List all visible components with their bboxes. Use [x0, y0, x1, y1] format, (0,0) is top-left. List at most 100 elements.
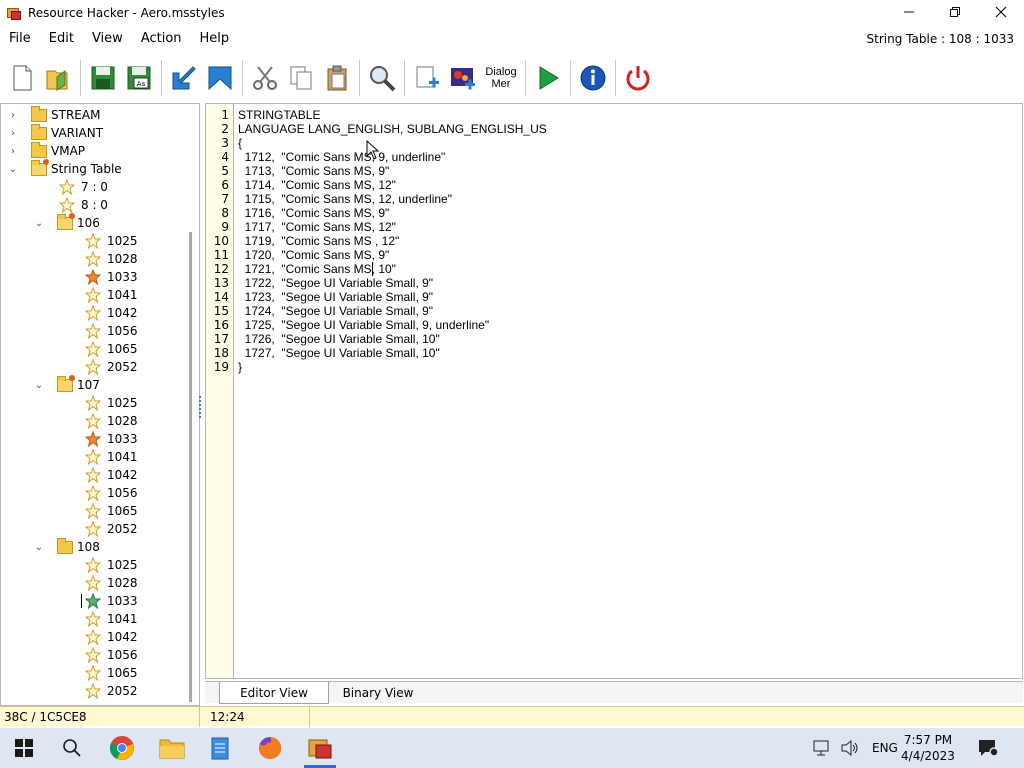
star-outline-icon — [85, 467, 101, 483]
tree-lang-item[interactable]: 1025 — [85, 394, 138, 412]
taskbar-firefox[interactable] — [246, 728, 294, 768]
line-number: 1 — [221, 108, 229, 122]
menu-view[interactable]: View — [83, 28, 132, 50]
tree-lang-item[interactable]: 1065 — [85, 502, 138, 520]
search-button[interactable] — [48, 728, 96, 768]
save-as-button[interactable]: As — [121, 58, 157, 98]
tree-group-106[interactable]: ⌄ 106 — [33, 212, 100, 232]
taskbar-notepad[interactable] — [196, 728, 244, 768]
tree-lang-item[interactable]: 1028 — [85, 574, 138, 592]
tree-item-label: STREAM — [51, 108, 101, 122]
tree-lang-item[interactable]: 1025 — [85, 556, 138, 574]
find-button[interactable] — [364, 58, 400, 98]
chrome-icon — [109, 736, 134, 760]
resource-tree[interactable]: › STREAM › VARIANT › VMAP ⌄ String Table… — [0, 103, 200, 706]
add-resource-button[interactable] — [409, 58, 445, 98]
tree-item-variant[interactable]: › VARIANT — [7, 123, 103, 142]
code-editor[interactable]: 1 2 3 4 5 6 7 8 9 10 11 12 13 14 15 16 1… — [205, 103, 1023, 679]
tree-lang-item[interactable]: 1025 — [85, 232, 138, 250]
dialog-menu-button[interactable]: Dialog Mer — [481, 58, 521, 98]
tree-lang-item[interactable]: 1042 — [85, 466, 138, 484]
tree-lang-item[interactable]: 2052 — [85, 682, 138, 700]
chevron-down-icon[interactable]: ⌄ — [33, 376, 45, 394]
tree-item-string-table[interactable]: ⌄ String Table — [7, 158, 122, 178]
tree-lang-item[interactable]: 1065 — [85, 340, 138, 358]
tree-lang-item[interactable]: 1041 — [85, 610, 138, 628]
forward-button[interactable] — [202, 58, 238, 98]
speaker-icon[interactable] — [840, 739, 860, 757]
tree-lang-item-selected[interactable]: 1033 — [81, 592, 138, 610]
add-image-resource-button[interactable] — [445, 58, 481, 98]
tree-group-108[interactable]: ⌄ 108 — [33, 537, 100, 556]
tree-item-label: 2052 — [107, 360, 138, 374]
tree-lang-item[interactable]: 2052 — [85, 520, 138, 538]
menu-edit[interactable]: Edit — [40, 28, 83, 50]
copy-button[interactable] — [283, 58, 319, 98]
input-language-indicator[interactable]: ENG — [872, 741, 898, 755]
pane-splitter[interactable] — [199, 395, 203, 419]
new-button[interactable] — [4, 58, 40, 98]
tab-binary-view[interactable]: Binary View — [333, 682, 423, 704]
tree-lang-item[interactable]: 1041 — [85, 286, 138, 304]
menu-action[interactable]: Action — [132, 28, 191, 50]
status-offset: 38C / 1C5CE8 — [0, 707, 200, 727]
tree-item-string-entry[interactable]: 8 : 0 — [59, 196, 108, 214]
tree-lang-item[interactable]: 1042 — [85, 628, 138, 646]
taskbar-clock[interactable]: 7:57 PM 4/4/2023 — [898, 732, 958, 764]
chevron-right-icon[interactable]: › — [7, 124, 19, 142]
tree-item-label: 1033 — [107, 270, 138, 284]
chevron-down-icon[interactable]: ⌄ — [33, 538, 45, 556]
chevron-right-icon[interactable]: › — [7, 142, 19, 160]
tree-lang-item[interactable]: 1028 — [85, 250, 138, 268]
tree-lang-item[interactable]: 1056 — [85, 484, 138, 502]
about-button[interactable] — [575, 58, 611, 98]
close-icon — [995, 6, 1007, 18]
exit-button[interactable] — [620, 58, 656, 98]
chevron-down-icon[interactable]: ⌄ — [7, 160, 19, 178]
text-caret — [372, 262, 373, 276]
back-button[interactable] — [166, 58, 202, 98]
tree-lang-item[interactable]: 1056 — [85, 322, 138, 340]
line-number: 2 — [221, 122, 229, 136]
copy-icon — [290, 66, 312, 90]
open-button[interactable] — [40, 58, 76, 98]
taskbar-resource-hacker[interactable] — [296, 728, 344, 768]
tree-group-107[interactable]: ⌄ 107 — [33, 374, 100, 394]
tree-item-vmap[interactable]: › VMAP — [7, 141, 85, 160]
tree-item-stream[interactable]: › STREAM — [7, 105, 101, 124]
notifications-button[interactable] — [964, 728, 1012, 768]
save-as-icon: As — [127, 66, 151, 90]
tree-item-string-entry[interactable]: 7 : 0 — [59, 178, 108, 196]
menu-file[interactable]: File — [0, 28, 40, 50]
close-button[interactable] — [978, 0, 1024, 24]
menu-help[interactable]: Help — [191, 28, 239, 50]
run-script-button[interactable] — [530, 58, 566, 98]
network-icon[interactable] — [812, 739, 832, 757]
taskbar-file-explorer[interactable] — [148, 728, 196, 768]
tree-lang-item[interactable]: 1033 — [85, 430, 138, 448]
window-title: Resource Hacker - Aero.msstyles — [28, 6, 225, 20]
tree-item-label: 1033 — [107, 432, 138, 446]
cut-button[interactable] — [247, 58, 283, 98]
restore-button[interactable] — [932, 0, 978, 24]
taskbar-chrome[interactable] — [98, 728, 146, 768]
tree-lang-item[interactable]: 1056 — [85, 646, 138, 664]
tree-lang-item[interactable]: 1041 — [85, 448, 138, 466]
tree-item-label: 1025 — [107, 234, 138, 248]
tree-scrollbar[interactable] — [189, 232, 192, 702]
tree-lang-item[interactable]: 1042 — [85, 304, 138, 322]
start-button[interactable] — [0, 728, 48, 768]
save-button[interactable] — [85, 58, 121, 98]
current-resource-label: String Table : 108 : 1033 — [866, 32, 1014, 46]
tree-lang-item[interactable]: 1065 — [85, 664, 138, 682]
code-line: 1712, "Comic Sans MS, 9, underline" — [238, 150, 446, 164]
minimize-button[interactable] — [886, 0, 932, 24]
tree-lang-item[interactable]: 1033 — [85, 268, 138, 286]
paste-button[interactable] — [319, 58, 355, 98]
line-number: 9 — [221, 220, 229, 234]
chevron-right-icon[interactable]: › — [7, 106, 19, 124]
tree-lang-item[interactable]: 1028 — [85, 412, 138, 430]
tree-lang-item[interactable]: 2052 — [85, 358, 138, 376]
chevron-down-icon[interactable]: ⌄ — [33, 214, 45, 232]
tab-editor-view[interactable]: Editor View — [219, 682, 329, 704]
